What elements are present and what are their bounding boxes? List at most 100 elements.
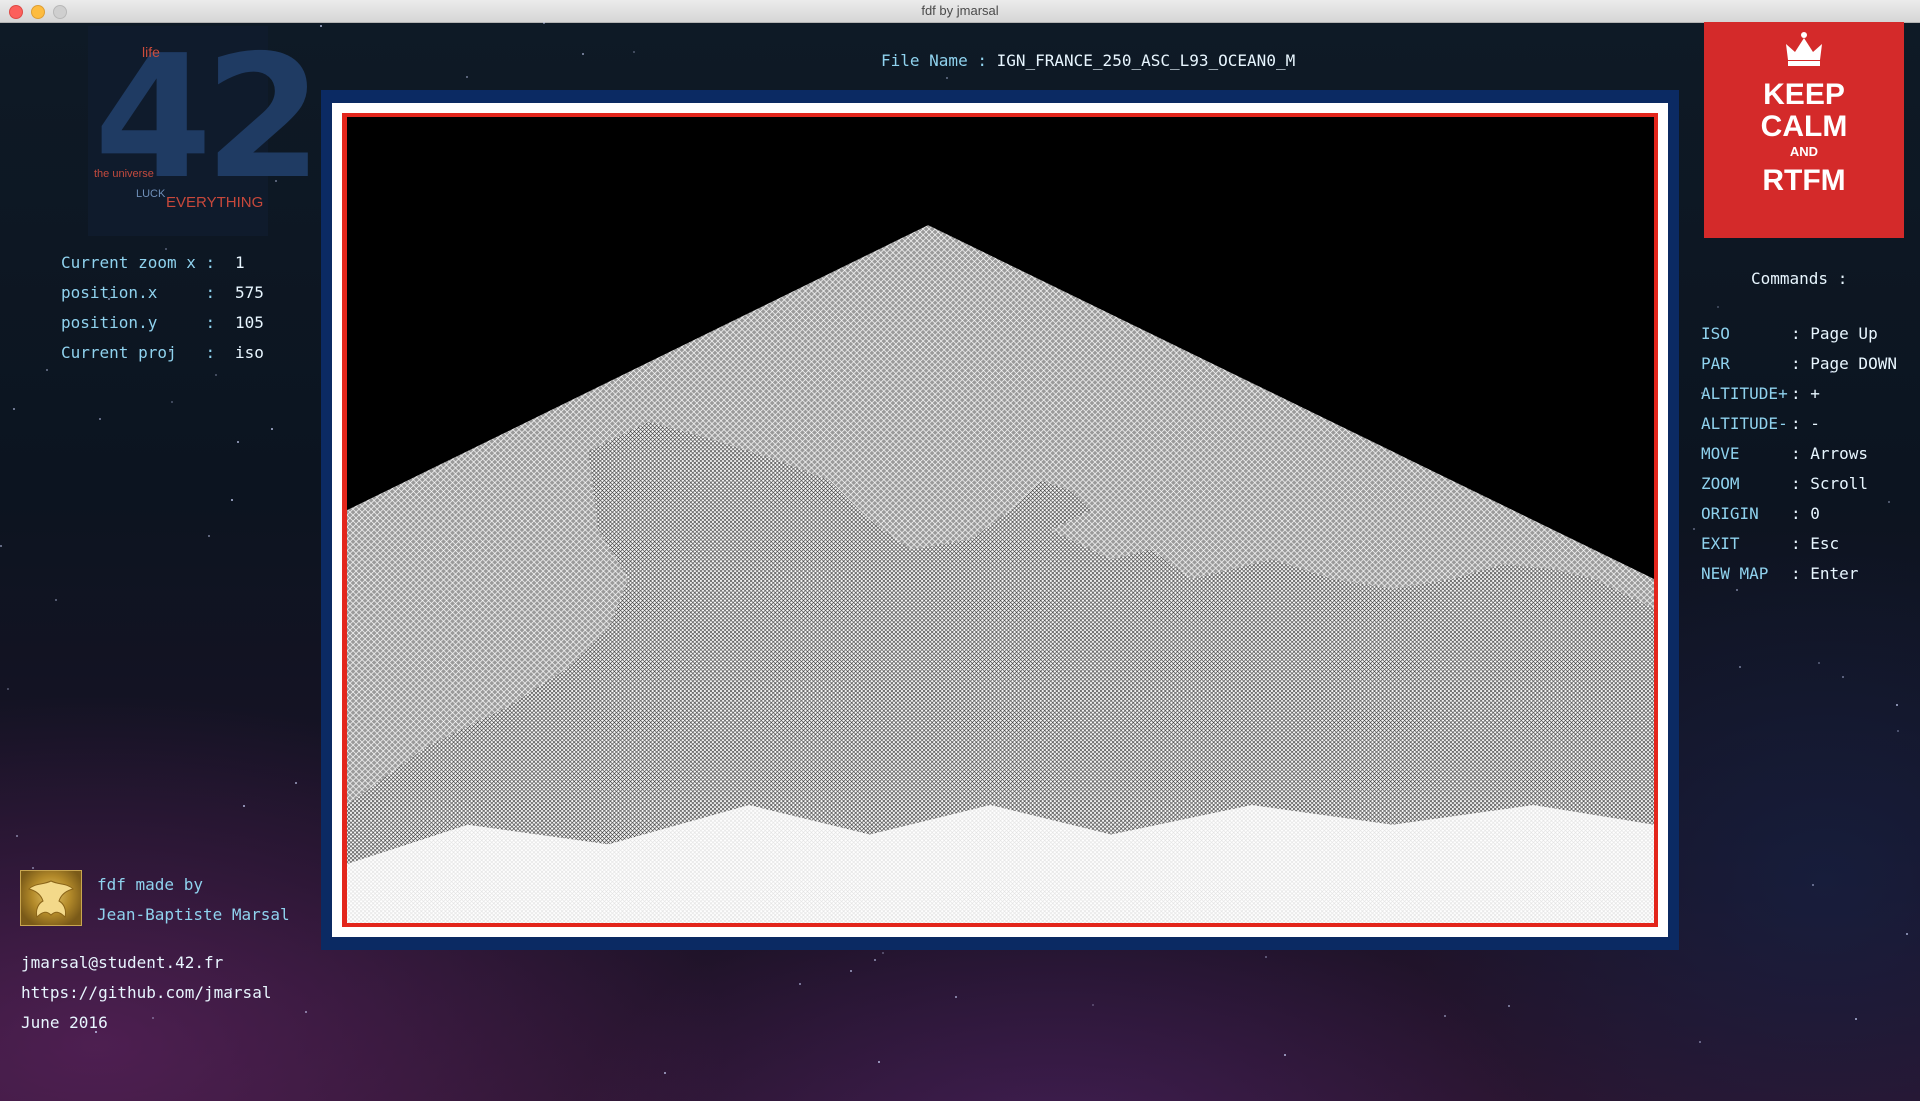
stat-label: position.y : <box>61 313 216 332</box>
logo-42-digits: 42 <box>94 19 323 217</box>
stat-value: iso <box>235 343 264 362</box>
command-new-map: NEW MAP: Enter <box>1701 559 1897 589</box>
wireframe-viewport[interactable] <box>347 117 1654 923</box>
stat-position-x: position.x : 575 <box>61 278 264 308</box>
star-dot <box>874 959 876 961</box>
command-key: ZOOM <box>1701 474 1740 493</box>
star-dot <box>231 499 233 501</box>
star-dot <box>99 418 101 420</box>
star-dot <box>215 374 217 376</box>
command-key: ISO <box>1701 324 1730 343</box>
stat-label: Current proj : <box>61 343 216 362</box>
minimize-window-button[interactable] <box>31 5 45 19</box>
star-dot <box>1717 306 1719 308</box>
window-title: fdf by jmarsal <box>921 3 999 18</box>
command-value: : Page DOWN <box>1791 354 1897 373</box>
author-name: Jean-Baptiste Marsal <box>97 905 290 924</box>
file-name-label: File Name : <box>881 51 997 70</box>
star-dot <box>0 545 2 547</box>
map-frame-red-border <box>342 113 1658 927</box>
made-by-text: fdf made by Jean-Baptiste Marsal <box>97 870 290 930</box>
star-dot <box>1284 1054 1286 1056</box>
map-frame-white-border <box>332 103 1668 937</box>
logo-word-luck: LUCK <box>136 188 166 200</box>
poster-line-keep: KEEP <box>1763 78 1845 111</box>
star-dot <box>208 535 210 537</box>
maximize-window-button[interactable] <box>53 5 67 19</box>
star-dot <box>1896 704 1898 706</box>
command-value: : Scroll <box>1791 474 1869 493</box>
command-key: NEW MAP <box>1701 564 1769 583</box>
commands-list: ISO : Page Up PAR : Page DOWN ALTITUDE+: +… <box>1701 319 1897 589</box>
stat-position-y: position.y : 105 <box>61 308 264 338</box>
star-dot <box>305 1011 307 1013</box>
stat-value: 575 <box>235 283 264 302</box>
file-name-header: File Name : IGN_FRANCE_250_ASC_L93_OCEAN… <box>881 51 1295 70</box>
command-value: : Esc <box>1791 534 1840 553</box>
keep-calm-poster: KEEP CALM AND RTFM <box>1704 22 1904 238</box>
map-frame <box>321 90 1679 950</box>
close-window-button[interactable] <box>9 5 23 19</box>
command-value: : Arrows <box>1791 444 1869 463</box>
commands-title: Commands : <box>1751 269 1848 288</box>
command-iso: ISO : Page Up <box>1701 319 1897 349</box>
star-dot <box>1699 1041 1701 1043</box>
logo-word-life: life <box>142 44 160 60</box>
command-altitude-up: ALTITUDE+: + <box>1701 379 1897 409</box>
star-dot <box>1855 1018 1857 1020</box>
star-dot <box>46 369 48 371</box>
project-date: June 2016 <box>21 1013 108 1032</box>
star-dot <box>295 782 297 784</box>
window-controls <box>9 5 67 19</box>
author-email: jmarsal@student.42.fr <box>21 953 224 972</box>
star-dot <box>237 441 239 443</box>
file-name-value: IGN_FRANCE_250_ASC_L93_OCEAN0_M <box>996 51 1296 70</box>
stat-label: position.x : <box>61 283 216 302</box>
command-origin: ORIGIN : 0 <box>1701 499 1897 529</box>
star-dot <box>1842 676 1844 678</box>
star-dot <box>271 428 273 430</box>
author-avatar <box>20 870 82 926</box>
star-dot <box>1265 956 1267 958</box>
poster-line-and: AND <box>1789 144 1819 159</box>
made-by-label: fdf made by <box>97 875 203 894</box>
star-dot <box>1812 884 1814 886</box>
star-dot <box>633 51 635 53</box>
stat-zoom: Current zoom x : 1 <box>61 248 264 278</box>
star-dot <box>582 53 584 55</box>
star-dot <box>32 867 34 869</box>
star-dot <box>1444 1015 1446 1017</box>
star-dot <box>1693 528 1695 530</box>
command-key: ORIGIN <box>1701 504 1759 523</box>
command-zoom: ZOOM : Scroll <box>1701 469 1897 499</box>
star-dot <box>1092 1004 1094 1006</box>
star-dot <box>850 970 852 972</box>
command-par: PAR : Page DOWN <box>1701 349 1897 379</box>
poster-line-calm: CALM <box>1760 110 1848 143</box>
star-dot <box>13 408 15 410</box>
logo-42: 42 life the universe LUCK EVERYTHING <box>88 26 323 236</box>
star-dot <box>320 25 322 27</box>
poster-line-rtfm: RTFM <box>1762 164 1846 197</box>
star-dot <box>1508 1005 1510 1007</box>
command-key: PAR <box>1701 354 1730 373</box>
star-dot <box>7 688 9 690</box>
star-dot <box>243 805 245 807</box>
star-dot <box>878 1061 880 1063</box>
star-dot <box>946 77 948 79</box>
star-dot <box>882 952 884 954</box>
command-exit: EXIT : Esc <box>1701 529 1897 559</box>
view-stats-panel: Current zoom x : 1 position.x : 575 posi… <box>61 248 264 368</box>
command-move: MOVE : Arrows <box>1701 439 1897 469</box>
command-key: EXIT <box>1701 534 1740 553</box>
author-contact: jmarsal@student.42.fr https://github.com… <box>21 948 271 1038</box>
star-dot <box>16 835 18 837</box>
stat-label: Current zoom x : <box>61 253 216 272</box>
command-key: MOVE <box>1701 444 1740 463</box>
author-github: https://github.com/jmarsal <box>21 983 272 1002</box>
stat-value: 1 <box>235 253 245 272</box>
command-value: : + <box>1791 384 1820 403</box>
command-value: : Page Up <box>1791 324 1878 343</box>
stat-projection: Current proj : iso <box>61 338 264 368</box>
command-value: : 0 <box>1791 504 1820 523</box>
